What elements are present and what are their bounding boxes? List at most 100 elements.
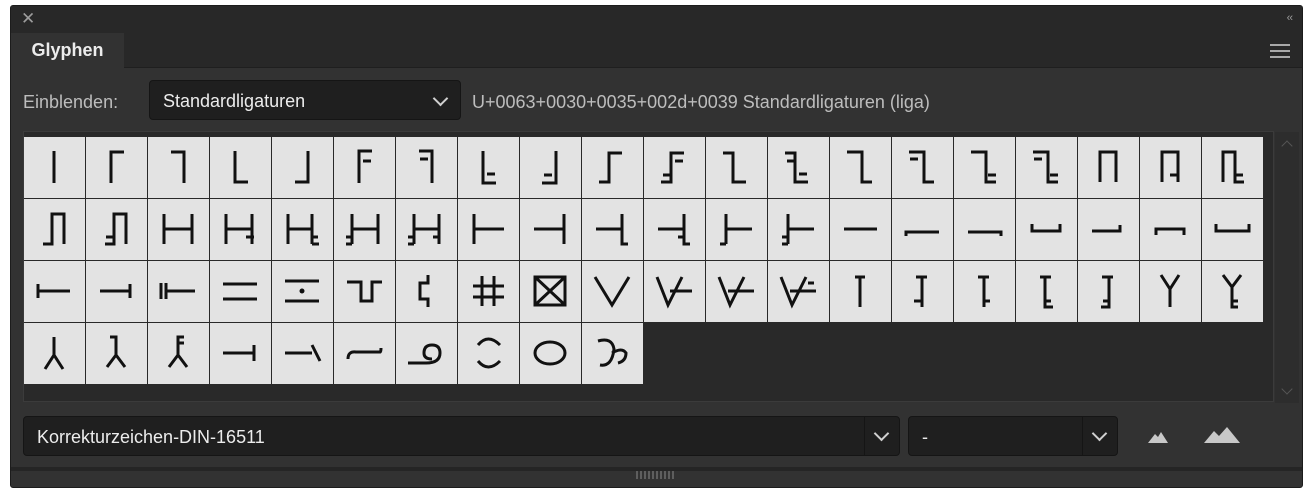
glyph-cell-t-up-double-c[interactable]: [1016, 261, 1077, 322]
glyph-cell-corner-top-right-double[interactable]: [396, 137, 457, 198]
glyph-cell-step-right-down-double-b[interactable]: [954, 137, 1015, 198]
glyph-bar-vertical-icon: [52, 151, 56, 183]
glyph-cell-tee-left-double-a[interactable]: [706, 199, 767, 260]
font-style-dropdown-button[interactable]: [1082, 417, 1117, 455]
glyph-step-right-down-double-b-icon: [971, 150, 996, 184]
scroll-up-icon[interactable]: [1281, 140, 1293, 152]
scroll-down-icon[interactable]: [1281, 383, 1293, 395]
glyph-cell-corner-top-left[interactable]: [86, 137, 147, 198]
collapse-icon[interactable]: ‹‹: [1287, 12, 1293, 24]
glyph-cell-y-up-double[interactable]: [1202, 261, 1263, 322]
glyph-cell-divide[interactable]: [272, 261, 333, 322]
glyph-cell-t-up-double-d[interactable]: [1078, 261, 1139, 322]
glyph-cell-v-check-double-a[interactable]: [644, 261, 705, 322]
glyph-corner-top-left-icon: [109, 150, 124, 183]
glyph-cell-arch-right-double-b[interactable]: [1202, 137, 1263, 198]
glyph-cell-bar-vertical[interactable]: [24, 137, 85, 198]
glyph-cell-tee-right-double-b[interactable]: [644, 199, 705, 260]
show-select[interactable]: Standardligaturen: [149, 80, 461, 120]
glyph-h-bracket-icon: [162, 214, 194, 244]
glyph-cell-i-beam-right[interactable]: [86, 261, 147, 322]
font-family-select[interactable]: Korrekturzeichen-DIN-16511: [23, 416, 900, 456]
glyph-double-line-icon: [223, 282, 257, 301]
glyph-cell-y-up[interactable]: [1140, 261, 1201, 322]
glyph-cell-y-down-double-b[interactable]: [148, 323, 209, 384]
glyph-corner-top-right-icon: [171, 150, 186, 183]
glyph-cell-corner-bottom-right-double[interactable]: [520, 137, 581, 198]
font-family-dropdown-button[interactable]: [864, 417, 899, 455]
glyph-cell-hook-left[interactable]: [892, 199, 953, 260]
glyph-cell-step-up-right-double[interactable]: [644, 137, 705, 198]
scrollbar[interactable]: [1275, 132, 1299, 403]
glyph-cell-double-line[interactable]: [210, 261, 271, 322]
glyph-cell-cup[interactable]: [1016, 199, 1077, 260]
glyph-cell-step-right-down[interactable]: [830, 137, 891, 198]
glyph-ellipse-icon: [533, 340, 567, 366]
glyph-cell-i-beam-double-left[interactable]: [148, 261, 209, 322]
glyph-cell-h-bracket-right-double-b[interactable]: [272, 199, 333, 260]
glyph-cell-loop-line[interactable]: [396, 323, 457, 384]
glyph-cell-hash[interactable]: [458, 261, 519, 322]
glyph-cell-corner-top-right[interactable]: [148, 137, 209, 198]
glyph-cell-tee-left[interactable]: [458, 199, 519, 260]
glyph-cell-step-down-right[interactable]: [706, 137, 767, 198]
tab-glyphs[interactable]: Glyphen: [11, 33, 124, 68]
glyph-cell-arch-right-double-a[interactable]: [1140, 137, 1201, 198]
glyph-cell-v-check-double-c[interactable]: [768, 261, 829, 322]
glyph-cell-arrow-right[interactable]: [210, 323, 271, 384]
glyph-cell-t-up-double-a[interactable]: [892, 261, 953, 322]
zoom-out-icon[interactable]: [1147, 428, 1169, 444]
glyph-cell-cap[interactable]: [1140, 199, 1201, 260]
glyph-cell-curl[interactable]: [582, 323, 643, 384]
tab-strip: Glyphen: [11, 31, 1302, 68]
glyph-cell-y-down-double-a[interactable]: [86, 323, 147, 384]
glyph-cell-v-check-double-b[interactable]: [706, 261, 767, 322]
glyph-grid: [23, 131, 1299, 403]
glyph-cell-cup-right[interactable]: [1078, 199, 1139, 260]
glyph-corner-bottom-left-icon: [233, 151, 248, 184]
glyph-cell-tee-right-double-a[interactable]: [582, 199, 643, 260]
glyph-cell-cup-open[interactable]: [1202, 199, 1263, 260]
glyph-cell-h-bracket-right-double-a[interactable]: [210, 199, 271, 260]
glyph-cell-arch-left-double-a[interactable]: [24, 199, 85, 260]
glyph-cell-step-up-right[interactable]: [582, 137, 643, 198]
glyph-cell-meander[interactable]: [334, 261, 395, 322]
glyph-cell-i-beam-horizontal[interactable]: [24, 261, 85, 322]
glyph-cell-tee-left-double-b[interactable]: [768, 199, 829, 260]
zoom-in-icon[interactable]: [1203, 426, 1241, 444]
glyph-cell-step-right-down-double-c[interactable]: [1016, 137, 1077, 198]
close-icon[interactable]: ✕: [21, 9, 35, 28]
chevron-down-icon: [432, 90, 449, 107]
panel-menu-icon[interactable]: [1270, 44, 1290, 58]
glyph-t-up-double-d-icon: [1101, 275, 1113, 309]
glyph-cell-corner-bottom-left[interactable]: [210, 137, 271, 198]
glyph-cell-y-down[interactable]: [24, 323, 85, 384]
glyph-cell-corner-bottom-left-double[interactable]: [458, 137, 519, 198]
glyph-cell-wave-line[interactable]: [334, 323, 395, 384]
glyph-cell-corner-bottom-right[interactable]: [272, 137, 333, 198]
glyph-cell-h-bracket-left-double-b[interactable]: [396, 199, 457, 260]
glyph-cell-h-bracket-left-double-a[interactable]: [334, 199, 395, 260]
glyph-cell-t-up[interactable]: [830, 261, 891, 322]
glyph-cell-v-check[interactable]: [582, 261, 643, 322]
glyph-cell-zigzag-hook[interactable]: [396, 261, 457, 322]
glyph-corner-bottom-left-double-icon: [481, 151, 496, 185]
glyph-cell-boxed-x[interactable]: [520, 261, 581, 322]
glyph-cell-step-right-down-double-a[interactable]: [892, 137, 953, 198]
resize-grip-icon[interactable]: [636, 471, 674, 479]
glyph-cell-h-bracket[interactable]: [148, 199, 209, 260]
glyph-cell-arch-left-double-b[interactable]: [86, 199, 147, 260]
glyph-arch-left-double-a-icon: [43, 212, 66, 246]
glyph-cell-line-horizontal[interactable]: [830, 199, 891, 260]
glyph-cell-hook-right[interactable]: [954, 199, 1015, 260]
glyph-cell-tee-right[interactable]: [520, 199, 581, 260]
glyph-cell-ellipse[interactable]: [520, 323, 581, 384]
glyph-cell-step-down-right-double[interactable]: [768, 137, 829, 198]
font-style-select[interactable]: -: [908, 416, 1118, 456]
glyph-cell-t-up-double-b[interactable]: [954, 261, 1015, 322]
glyph-info-text: U+0063+0030+0035+002d+0039 Standardligat…: [472, 92, 930, 112]
glyph-cell-corner-top-left-double[interactable]: [334, 137, 395, 198]
glyph-cell-arrow-left-tail[interactable]: [272, 323, 333, 384]
glyph-cell-circle-open[interactable]: [458, 323, 519, 384]
glyph-cell-arch[interactable]: [1078, 137, 1139, 198]
